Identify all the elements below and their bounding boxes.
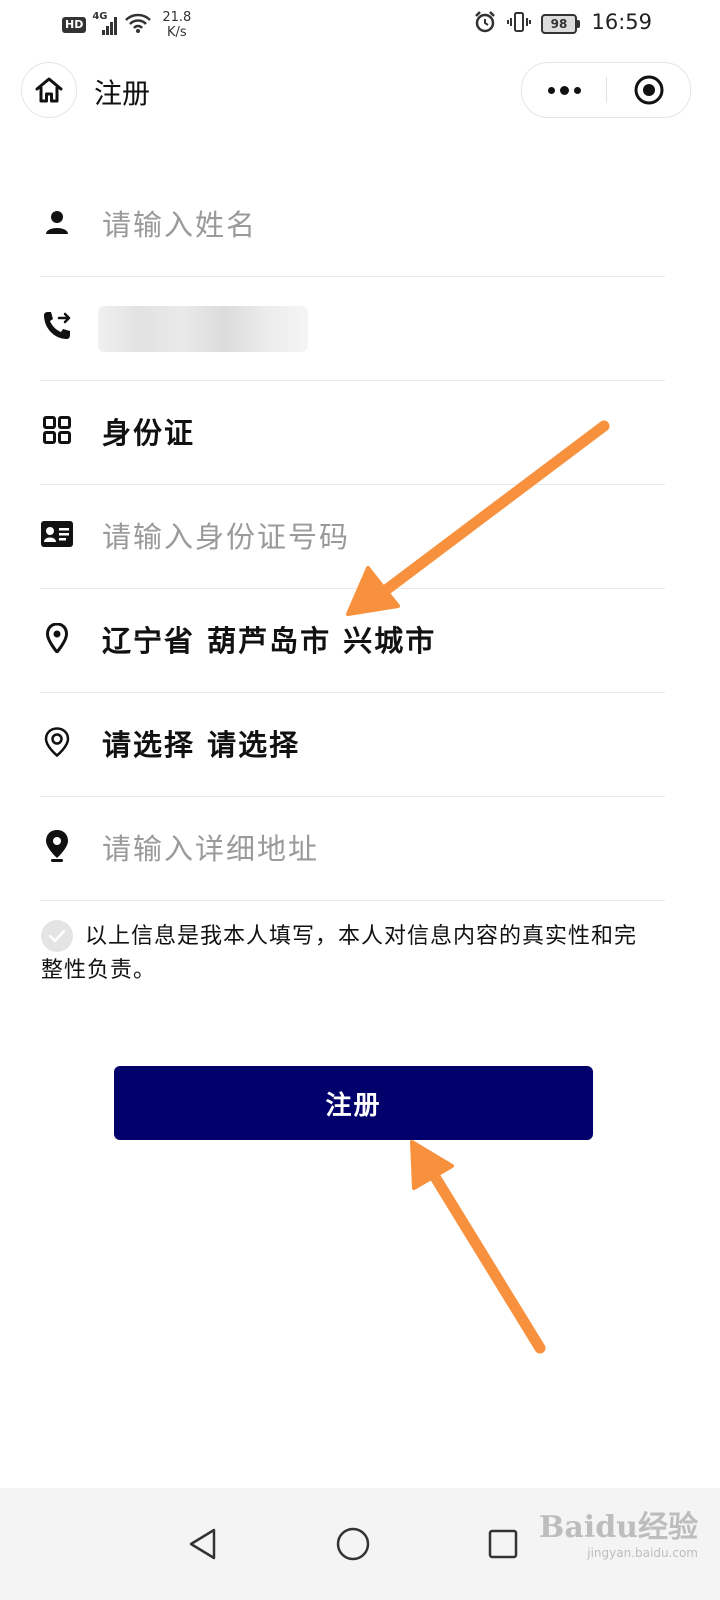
secondary-select-row[interactable]: 请选择 请选择 <box>40 692 665 797</box>
region-row[interactable]: 辽宁省 葫芦岛市 兴城市 <box>40 588 665 693</box>
status-bar: HD 4G 21.8 K/s 98 16:59 <box>0 0 720 50</box>
name-field-row[interactable]: 请输入姓名 <box>40 172 665 277</box>
target-close-icon <box>634 75 663 105</box>
id-type-select[interactable]: 身份证 <box>102 410 195 452</box>
status-right: 98 <box>473 10 580 38</box>
battery-icon: 98 <box>541 14 580 34</box>
more-icon <box>547 85 581 95</box>
nav-home-button[interactable] <box>313 1488 393 1600</box>
vibrate-icon <box>507 10 531 38</box>
back-triangle-icon <box>189 1528 216 1560</box>
alarm-icon <box>473 10 497 38</box>
address-input[interactable]: 请输入详细地址 <box>102 826 319 868</box>
id-number-row[interactable]: 请输入身份证号码 <box>40 484 665 589</box>
watermark-sub: jingyan.baidu.com <box>587 1546 698 1560</box>
recents-square-icon <box>488 1529 518 1559</box>
arrow-to-register-icon <box>410 1140 546 1354</box>
register-page: HD 4G 21.8 K/s 98 16:59 注册 请输入姓名 身份证 请输入… <box>0 0 720 1600</box>
name-input[interactable]: 请输入姓名 <box>102 202 257 244</box>
signal-icon: 4G <box>92 11 118 36</box>
location-outline-icon <box>40 725 74 759</box>
agreement-checkbox[interactable] <box>41 920 73 952</box>
address-row[interactable]: 请输入详细地址 <box>40 796 665 901</box>
close-program-button[interactable] <box>607 63 690 117</box>
home-icon <box>35 77 63 103</box>
net-speed-value: 21.8 <box>162 10 192 25</box>
watermark-main: Baidu经验 <box>539 1510 698 1545</box>
baidu-watermark: Baidu经验 jingyan.baidu.com <box>539 1502 698 1560</box>
grid-icon <box>40 413 74 447</box>
net-speed: 21.8 K/s <box>162 10 191 40</box>
id-number-input[interactable]: 请输入身份证号码 <box>102 514 350 556</box>
id-type-row[interactable]: 身份证 <box>40 380 665 485</box>
battery-level: 98 <box>541 14 577 34</box>
nav-back-button[interactable] <box>163 1488 243 1600</box>
nav-recents-button[interactable] <box>463 1488 543 1600</box>
map-marker-icon <box>40 829 74 863</box>
net-speed-unit: K/s <box>166 25 187 40</box>
location-pin-icon <box>40 621 74 655</box>
check-icon <box>48 929 66 943</box>
agreement-text: 以上信息是我本人填写，本人对信息内容的真实性和完整性负责。 <box>41 924 638 983</box>
phone-field-row[interactable] <box>40 276 665 381</box>
more-button[interactable] <box>522 63 606 117</box>
home-button[interactable] <box>21 62 77 118</box>
user-icon <box>40 205 74 239</box>
hd-badge: HD <box>62 17 87 33</box>
register-button[interactable]: 注册 <box>114 1066 593 1140</box>
id-card-icon <box>40 517 74 551</box>
clock: 16:59 <box>591 10 652 34</box>
home-circle-icon <box>336 1527 370 1561</box>
region-select[interactable]: 辽宁省 葫芦岛市 兴城市 <box>102 618 436 660</box>
secondary-select[interactable]: 请选择 请选择 <box>102 722 300 764</box>
phone-forward-icon <box>40 309 74 343</box>
status-left: HD 4G 21.8 K/s <box>62 10 191 40</box>
wifi-icon <box>124 12 152 38</box>
mini-program-capsule <box>521 62 691 118</box>
page-title: 注册 <box>94 77 151 110</box>
phone-number-blurred[interactable] <box>98 306 308 352</box>
